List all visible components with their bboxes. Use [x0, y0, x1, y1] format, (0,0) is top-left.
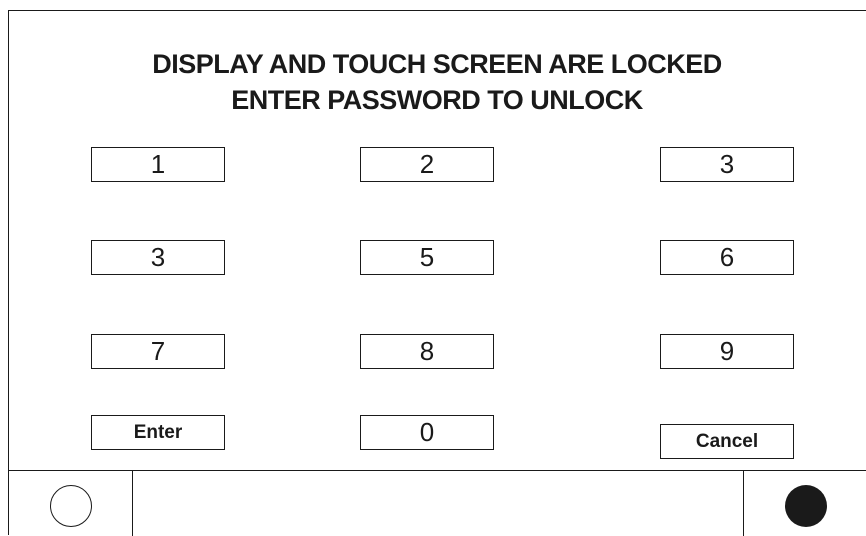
cancel-button[interactable]: Cancel [660, 424, 794, 459]
key-2-button[interactable]: 2 [360, 147, 494, 182]
footer-bar [8, 470, 866, 536]
key-3-button[interactable]: 3 [660, 147, 794, 182]
footer-divider-left [132, 471, 133, 536]
open-circle-icon[interactable] [50, 485, 92, 527]
key-3-secondary-button[interactable]: 3 [91, 240, 225, 275]
key-7-button[interactable]: 7 [91, 334, 225, 369]
key-5-button[interactable]: 5 [360, 240, 494, 275]
lock-message: DISPLAY AND TOUCH SCREEN ARE LOCKED ENTE… [8, 46, 866, 118]
key-0-button[interactable]: 0 [360, 415, 494, 450]
footer-divider-right [743, 471, 744, 536]
key-9-button[interactable]: 9 [660, 334, 794, 369]
filled-circle-icon[interactable] [785, 485, 827, 527]
key-8-button[interactable]: 8 [360, 334, 494, 369]
key-6-button[interactable]: 6 [660, 240, 794, 275]
key-1-button[interactable]: 1 [91, 147, 225, 182]
lock-title-line-2: ENTER PASSWORD TO UNLOCK [231, 85, 643, 115]
enter-button[interactable]: Enter [91, 415, 225, 450]
lock-title-line-1: DISPLAY AND TOUCH SCREEN ARE LOCKED [152, 49, 722, 79]
